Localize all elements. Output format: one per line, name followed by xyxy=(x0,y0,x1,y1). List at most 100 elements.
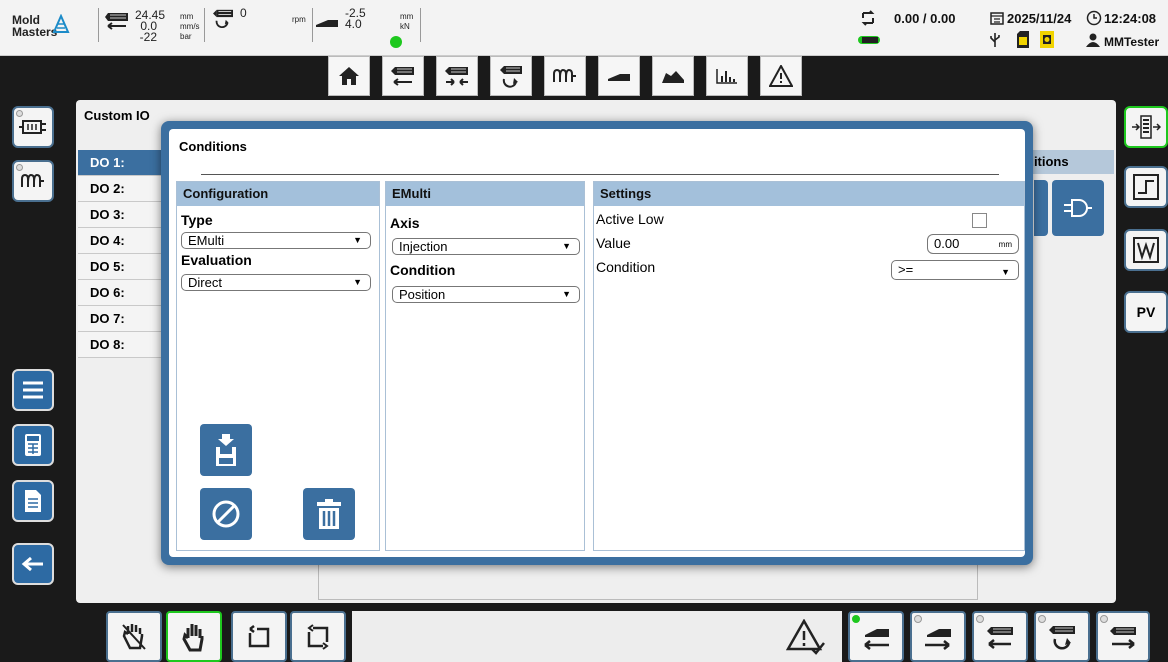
injection-units: mm mm/s bar xyxy=(180,12,200,42)
warning-icon xyxy=(769,65,793,87)
document-icon xyxy=(25,490,41,512)
back-button[interactable] xyxy=(12,543,54,585)
unit-mms: mm/s xyxy=(180,22,200,31)
axis-select-value: Injection xyxy=(399,239,448,254)
mold-close-led xyxy=(852,615,860,623)
sd-card-icon xyxy=(1017,31,1029,48)
message-bar xyxy=(352,611,842,662)
unit-mm-clamp: mm xyxy=(400,12,414,21)
auto-cycle-button[interactable] xyxy=(290,611,346,662)
screw-rotation-icon xyxy=(213,9,233,28)
document-button[interactable] xyxy=(12,480,54,522)
injection-back-button[interactable] xyxy=(1096,611,1150,662)
rail-pv-button[interactable]: PV xyxy=(1124,291,1168,333)
evaluation-label: Evaluation xyxy=(181,252,252,268)
do-item-8[interactable]: DO 8: xyxy=(78,332,162,358)
delete-button[interactable] xyxy=(303,488,355,540)
cancel-button[interactable] xyxy=(200,488,252,540)
manual-mode-button[interactable] xyxy=(166,611,222,662)
condition-select[interactable]: Position ▼ xyxy=(392,286,580,303)
clamp-close-icon xyxy=(864,628,889,650)
mold-close-button[interactable] xyxy=(848,611,904,662)
value-label: Value xyxy=(596,235,631,251)
save-button[interactable] xyxy=(200,424,252,476)
nav-plasticize[interactable] xyxy=(490,56,532,96)
menu-button[interactable] xyxy=(12,369,54,411)
injection-forward-button[interactable] xyxy=(972,611,1028,662)
unit-bar: bar xyxy=(180,32,192,41)
comparison-select[interactable]: >= ▼ xyxy=(891,260,1019,280)
rail-io-led xyxy=(16,110,23,117)
semi-auto-mode-button[interactable] xyxy=(106,611,162,662)
heater-zones-icon xyxy=(553,68,576,82)
type-select[interactable]: EMulti ▼ xyxy=(181,232,371,249)
type-label: Type xyxy=(181,212,213,228)
value-input-text: 0.00 xyxy=(934,236,960,251)
nav-clamp[interactable] xyxy=(598,56,640,96)
cancel-icon xyxy=(212,500,240,528)
nav-injection[interactable] xyxy=(382,56,424,96)
clamp-values: -2.5 4.0 xyxy=(345,7,366,31)
configuration-column: Configuration Type EMulti ▼ Evaluation D… xyxy=(176,181,380,551)
plasticize-bottom-icon xyxy=(1049,625,1075,649)
do-item-2[interactable]: DO 2: xyxy=(78,176,162,202)
auto-cycle-icon xyxy=(307,623,329,650)
do-item-5[interactable]: DO 5: xyxy=(78,254,162,280)
do-item-4[interactable]: DO 4: xyxy=(78,228,162,254)
brand-mark-icon xyxy=(52,14,70,33)
calculator-button[interactable] xyxy=(12,424,54,466)
settings-condition-label: Condition xyxy=(596,259,656,275)
rail-io-button[interactable] xyxy=(12,106,54,148)
clamp-force: 4.0 xyxy=(345,17,362,31)
do-item-3[interactable]: DO 3: xyxy=(78,202,162,228)
rail-waveform-button[interactable] xyxy=(1124,229,1168,271)
active-low-label: Active Low xyxy=(596,211,664,227)
calendar-icon xyxy=(990,12,1004,25)
clamp-nav-icon xyxy=(608,74,630,81)
status-indicator xyxy=(390,36,402,48)
active-low-checkbox[interactable] xyxy=(972,213,987,228)
rail-io-view-button[interactable] xyxy=(1124,106,1168,148)
injection-back-led xyxy=(1100,615,1108,623)
evaluation-select-value: Direct xyxy=(188,275,222,290)
rail-heater-button[interactable] xyxy=(12,160,54,202)
settings-header: Settings xyxy=(594,182,1024,206)
calculator-icon xyxy=(25,434,41,456)
chevron-down-icon: ▼ xyxy=(353,235,362,245)
nav-home[interactable] xyxy=(328,56,370,96)
hamburger-icon xyxy=(23,381,43,399)
heater-zones-icon xyxy=(21,173,44,187)
bar-chart-icon xyxy=(716,69,737,84)
emulti-header: EMulti xyxy=(386,182,584,206)
and-gate-button[interactable] xyxy=(1052,180,1104,236)
nav-alarms[interactable] xyxy=(760,56,802,96)
mold-open-led xyxy=(914,615,922,623)
nav-temperature[interactable] xyxy=(544,56,586,96)
injection-pressure: -22 xyxy=(139,30,157,44)
nav-profile[interactable] xyxy=(652,56,694,96)
rail-step-button[interactable] xyxy=(1124,166,1168,208)
cycle-icon xyxy=(861,10,875,26)
nav-hold[interactable] xyxy=(436,56,478,96)
mold-open-button[interactable] xyxy=(910,611,966,662)
injection-small-icon xyxy=(858,36,880,44)
evaluation-select[interactable]: Direct ▼ xyxy=(181,274,371,291)
clamp-units: mm kN xyxy=(400,12,413,32)
storage-icon xyxy=(1040,31,1054,48)
user-icon xyxy=(1086,33,1100,47)
alarm-acknowledge-icon[interactable] xyxy=(786,619,826,655)
nav-statistics[interactable] xyxy=(706,56,748,96)
plasticize-button[interactable] xyxy=(1034,611,1090,662)
brand-logo: Mold Masters xyxy=(12,14,70,38)
user-name[interactable]: MMTester xyxy=(1104,35,1159,49)
axis-select[interactable]: Injection ▼ xyxy=(392,238,580,255)
do-item-6[interactable]: DO 6: xyxy=(78,280,162,306)
do-item-1[interactable]: DO 1: xyxy=(78,150,162,176)
do-item-7[interactable]: DO 7: xyxy=(78,306,162,332)
or-gate-button-partial[interactable] xyxy=(1034,180,1048,236)
injection-values: 24.45 0.0 -22 xyxy=(135,9,165,44)
io-module-icon xyxy=(19,120,46,134)
value-input[interactable]: 0.00 mm xyxy=(927,234,1019,254)
single-cycle-button[interactable] xyxy=(231,611,287,662)
chevron-down-icon: ▼ xyxy=(353,277,362,287)
